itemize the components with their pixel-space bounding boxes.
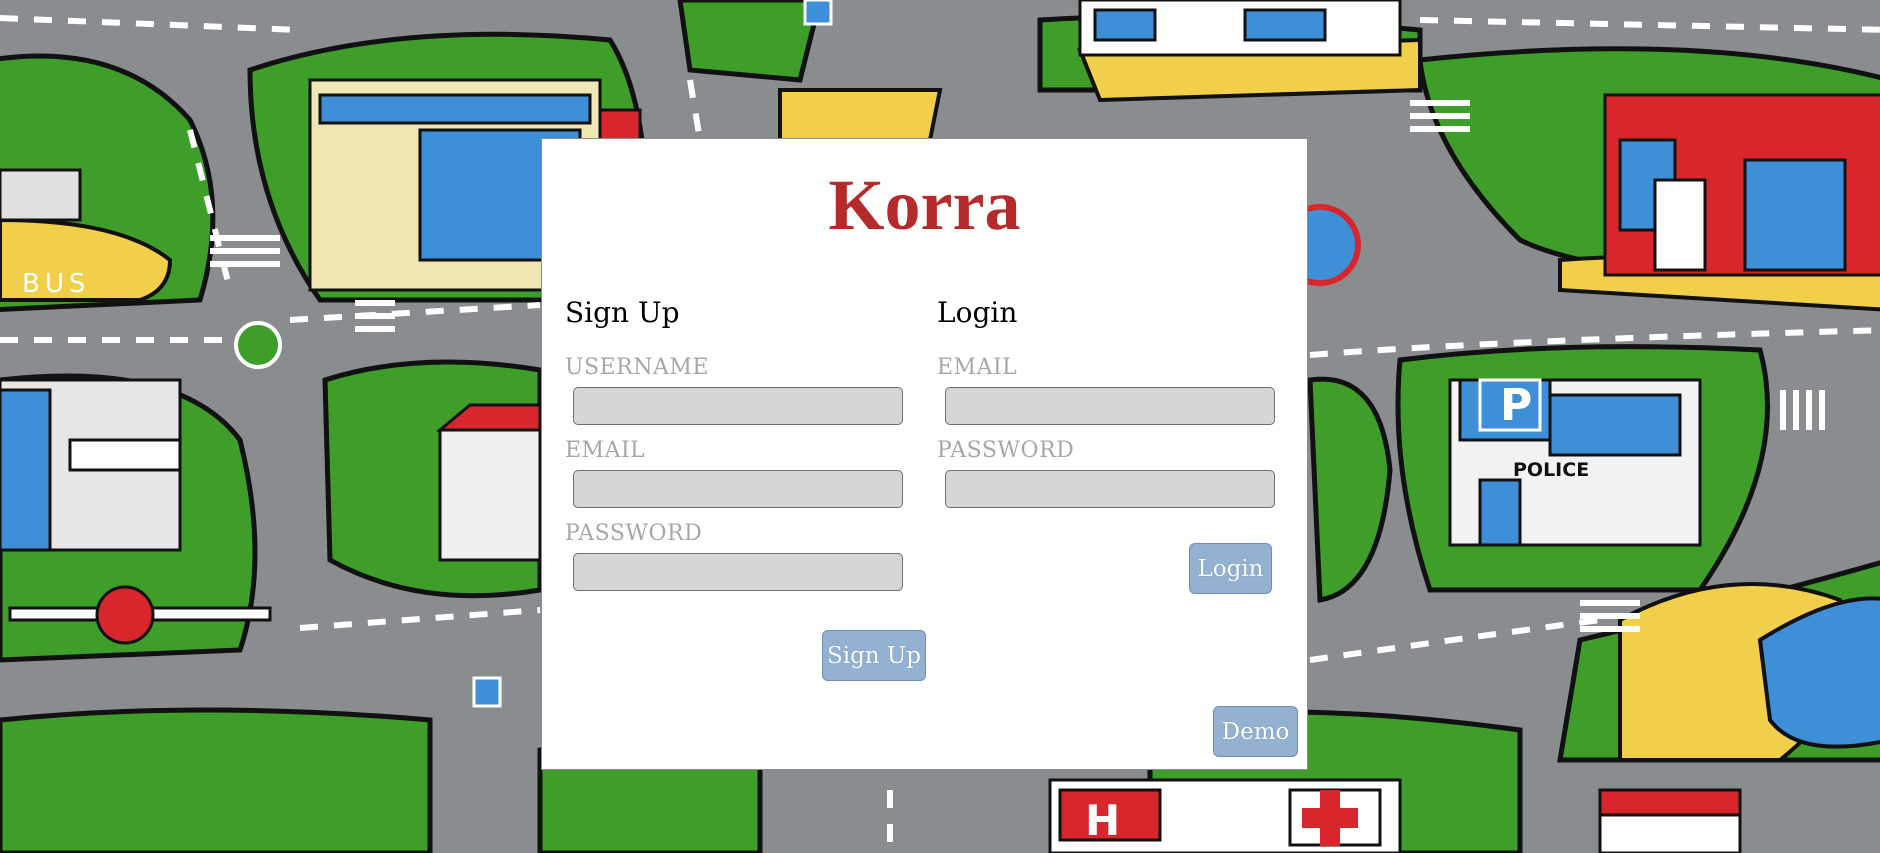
hospital-label: H	[1085, 796, 1120, 845]
signup-email-input[interactable]	[573, 470, 903, 508]
login-email-input[interactable]	[945, 387, 1275, 425]
login-email-label: EMAIL	[937, 355, 1018, 380]
login-password-label: PASSWORD	[937, 438, 1075, 463]
signup-button[interactable]: Sign Up	[822, 630, 926, 681]
app-title: Korra	[828, 165, 1021, 245]
signup-heading: Sign Up	[565, 296, 680, 329]
signup-email-label: EMAIL	[565, 438, 646, 463]
login-password-input[interactable]	[945, 470, 1275, 508]
auth-modal: Korra Sign Up USERNAME EMAIL PASSWORD Si…	[541, 138, 1308, 770]
login-button[interactable]: Login	[1189, 543, 1272, 594]
parking-label: P	[1500, 380, 1532, 431]
login-heading: Login	[937, 296, 1018, 329]
bus-label: BUS	[22, 269, 90, 299]
signup-password-label: PASSWORD	[565, 521, 703, 546]
signup-username-label: USERNAME	[565, 355, 709, 380]
demo-button[interactable]: Demo	[1213, 706, 1298, 757]
login-form: Login EMAIL PASSWORD Login	[937, 296, 1277, 594]
police-label: POLICE	[1513, 459, 1589, 481]
signup-password-input[interactable]	[573, 553, 903, 591]
signup-username-input[interactable]	[573, 387, 903, 425]
signup-form: Sign Up USERNAME EMAIL PASSWORD Sign Up	[565, 296, 926, 681]
